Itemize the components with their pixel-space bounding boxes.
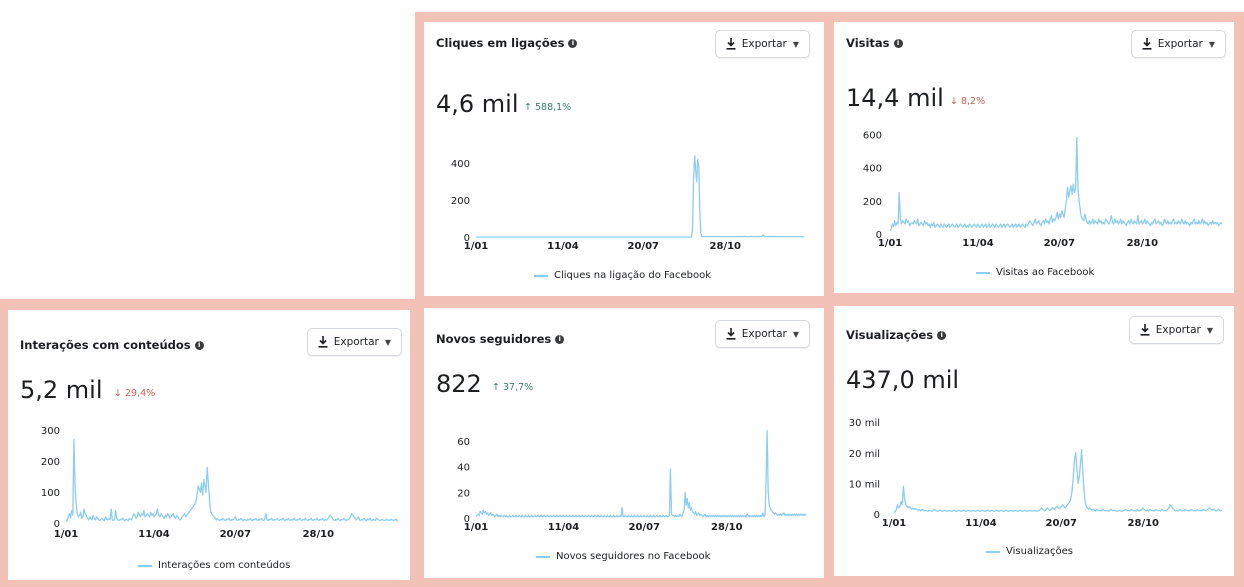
y-tick-label: 200 xyxy=(41,457,60,468)
x-tick-label: 20/07 xyxy=(1046,518,1078,529)
series-line xyxy=(475,429,807,518)
chart-legend: Cliques na ligação do Facebook xyxy=(534,270,711,281)
y-tick-label: 400 xyxy=(451,159,470,170)
chart-legend: Visualizações xyxy=(986,546,1073,557)
series-line xyxy=(65,438,399,522)
x-tick-label: 1/01 xyxy=(464,522,489,533)
card-interacoes: Interações com conteúdos i Exportar ▼ 5,2… xyxy=(8,310,410,580)
y-tick-label: 300 xyxy=(41,426,60,437)
legend-swatch xyxy=(534,274,548,277)
x-tick-label: 20/07 xyxy=(628,241,660,252)
chart-legend: Interações com conteúdos xyxy=(138,560,290,571)
line-chart: 02004006001/01 11/04 20/07 28/10 xyxy=(863,130,1223,249)
x-tick-label: 11/04 xyxy=(962,238,994,249)
legend-swatch xyxy=(138,564,152,567)
line-chart: 02040601/01 11/04 20/07 28/10 xyxy=(457,429,807,533)
x-tick-label: 28/10 xyxy=(711,522,743,533)
y-tick-label: 20 mil xyxy=(849,449,880,460)
card-visitas: Visitas i Exportar ▼ 14,4 mil ↓ 8,2% 0 200… xyxy=(834,22,1234,293)
x-tick-label: 1/01 xyxy=(882,518,907,529)
y-tick-label: 100 xyxy=(41,488,60,499)
y-tick-label: 40 xyxy=(457,463,470,474)
x-tick-label: 20/07 xyxy=(629,522,661,533)
legend-swatch xyxy=(986,550,1000,553)
line-chart: 02004001/01 11/04 20/07 28/10 xyxy=(451,155,804,252)
line-chart: 0 10 mil 20 mil 30 mil 1/01 11/04 20/07 28/10 xyxy=(849,418,1223,529)
series-line xyxy=(476,155,804,238)
x-tick-label: 1/01 xyxy=(878,238,903,249)
x-tick-label: 20/07 xyxy=(220,529,252,540)
legend-label: Novos seguidores no Facebook xyxy=(556,551,711,562)
x-tick-label: 28/10 xyxy=(1128,518,1160,529)
y-tick-label: 400 xyxy=(863,164,882,175)
x-tick-label: 11/04 xyxy=(547,241,579,252)
x-tick-label: 28/10 xyxy=(1127,238,1159,249)
card-cliques: Cliques em ligações i Exportar ▼ 4,6 mil … xyxy=(424,22,824,296)
legend-swatch xyxy=(536,555,550,558)
chart-legend: Visitas ao Facebook xyxy=(976,267,1094,278)
y-tick-label: 200 xyxy=(451,196,470,207)
dashboard: Cliques em ligações i Exportar ▼ 4,6 mil … xyxy=(0,0,1244,587)
series-line xyxy=(889,136,1223,232)
y-tick-label: 30 mil xyxy=(849,418,880,429)
legend-swatch xyxy=(976,271,990,274)
y-tick-label: 60 xyxy=(457,437,470,448)
line-chart: 01002003001/01 11/04 20/07 28/10 xyxy=(41,426,399,540)
y-tick-label: 600 xyxy=(863,130,882,141)
x-tick-label: 28/10 xyxy=(303,529,335,540)
legend-label: Visitas ao Facebook xyxy=(996,267,1095,278)
legend-label: Visualizações xyxy=(1006,546,1073,557)
card-visualizacoes: Visualizações i Exportar ▼ 437,0 mil 0 10 … xyxy=(834,306,1234,576)
card-seguidores: Novos seguidores i Exportar ▼ 822 ↑ 37,7%… xyxy=(424,308,824,578)
x-tick-label: 11/04 xyxy=(138,529,170,540)
y-tick-label: 20 xyxy=(457,488,470,499)
x-tick-label: 1/01 xyxy=(54,529,79,540)
x-tick-label: 1/01 xyxy=(464,241,489,252)
y-tick-label: 200 xyxy=(863,197,882,208)
legend-label: Interações com conteúdos xyxy=(158,560,291,571)
x-tick-label: 11/04 xyxy=(548,522,580,533)
chart-legend: Novos seguidores no Facebook xyxy=(536,551,710,562)
x-tick-label: 11/04 xyxy=(965,518,997,529)
x-tick-label: 20/07 xyxy=(1044,238,1076,249)
y-tick-label: 0 xyxy=(874,510,880,521)
y-tick-label: 10 mil xyxy=(849,479,880,490)
legend-label: Cliques na ligação do Facebook xyxy=(554,270,711,281)
series-line xyxy=(893,449,1223,514)
x-tick-label: 28/10 xyxy=(710,241,742,252)
